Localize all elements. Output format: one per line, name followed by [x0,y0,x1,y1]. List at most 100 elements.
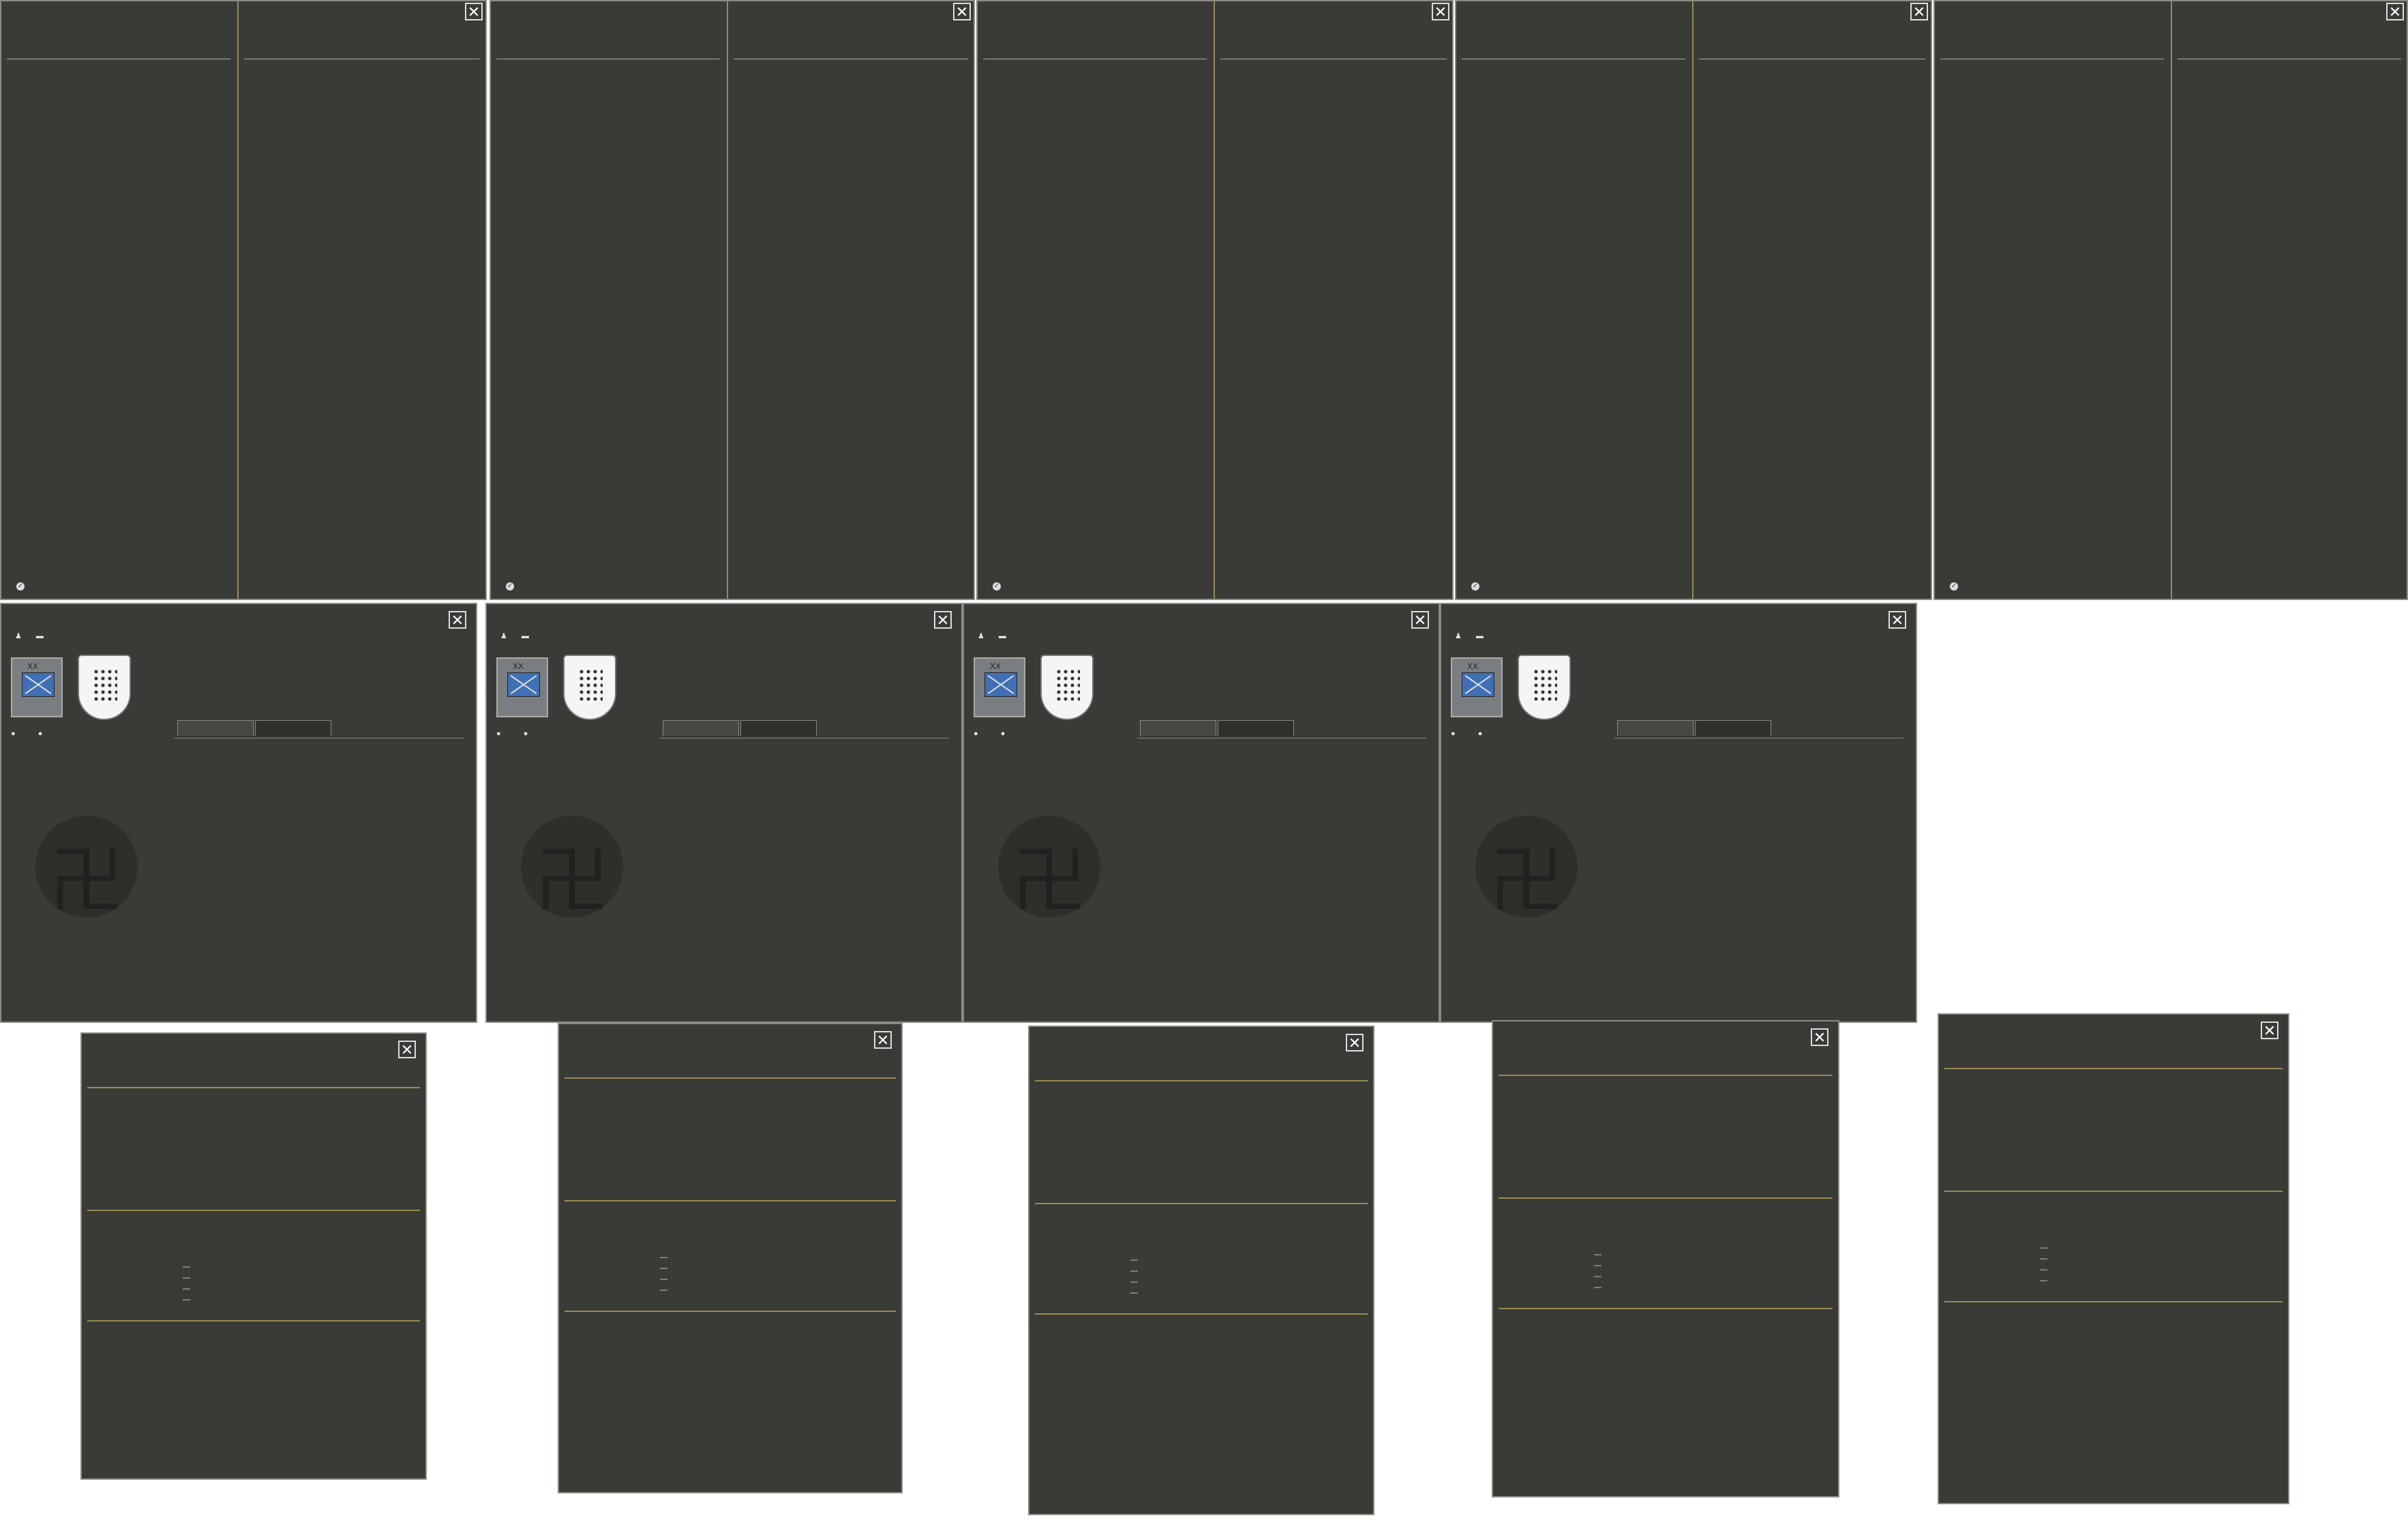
stat-row [974,912,1128,925]
toe-row [1935,235,2169,260]
unit-row [2172,186,2407,211]
close-icon[interactable]: ✕ [934,611,952,629]
fuel-icon: ● [1451,730,1458,738]
show-mapping-checkbox[interactable]: ✓ [993,580,1006,591]
stat-row [1451,814,1605,826]
close-icon[interactable]: ✕ [1811,1028,1828,1046]
close-icon[interactable]: ✕ [1910,3,1928,20]
table-row [660,874,949,886]
table-header [175,738,464,751]
current-status-section [565,1077,896,1202]
stat-row [11,974,165,986]
toe-row [978,186,1212,211]
toe-row [978,211,1212,235]
close-icon[interactable]: ✕ [398,1041,416,1058]
tab-elements[interactable] [177,720,254,736]
show-mapping-checkbox[interactable]: ✓ [16,580,30,591]
unit-counter[interactable]: XX [496,657,548,717]
stat-row [11,753,165,765]
unit-row [728,162,974,186]
tab-elements[interactable] [1617,720,1694,736]
close-icon[interactable]: ✕ [1432,3,1449,20]
unit-counter[interactable]: XX [1451,657,1503,717]
stat-row [11,851,165,863]
close-icon[interactable]: ✕ [465,3,483,20]
toe-name [491,22,725,42]
close-icon[interactable]: ✕ [874,1031,892,1049]
supply-panel: ✕ — — — — [80,1032,427,1480]
unit-counter[interactable]: XX [974,657,1025,717]
table-row [1137,800,1426,812]
stat-row [496,949,650,961]
tab-elements[interactable] [663,720,739,736]
tab-assigned[interactable] [740,720,817,736]
unit-row [239,137,485,162]
unit-row [239,297,485,321]
stat-row [496,986,650,998]
close-icon[interactable]: ✕ [1411,611,1429,629]
unit-header [728,1,974,22]
stat-row [496,826,650,839]
close-icon[interactable]: ✕ [449,611,466,629]
show-mapping-checkbox[interactable]: ✓ [1471,580,1485,591]
empty-depot-slot: — [1130,1289,1138,1297]
toe-right-column [727,1,974,599]
ammo-icon: ● [1477,730,1483,738]
table-row [660,812,949,824]
stat-row [1451,888,1605,900]
unit-stats [1451,741,1605,998]
toe-row [1,88,236,113]
stat-row [11,986,165,998]
tab-assigned[interactable] [1218,720,1294,736]
close-icon[interactable]: ✕ [953,3,971,20]
toe-left-column: ✓ [491,1,725,599]
supply-icons: ● ● [974,730,1005,738]
empty-depot-slot: — [660,1275,667,1283]
close-icon[interactable]: ✕ [2261,1021,2278,1039]
tab-assigned[interactable] [255,720,331,736]
close-icon[interactable]: ✕ [1346,1034,1364,1051]
toe-row [978,137,1212,162]
unit-row [2172,211,2407,235]
table-row [1614,751,1903,763]
close-icon[interactable]: ✕ [2386,3,2404,20]
toe-header [1935,1,2169,22]
close-icon[interactable]: ✕ [1888,611,1906,629]
unit-header [2172,1,2407,22]
toe-row [491,260,725,297]
unit-row [1694,63,1931,88]
stat-row [1451,974,1605,986]
toe-panel: ✓ ✕ [0,0,487,600]
unit-stats [974,741,1128,998]
table-row [660,763,949,775]
infantry-symbol-icon [22,672,55,697]
toe-row [1935,63,2169,88]
unit-counter[interactable]: XX [11,657,63,717]
unit-panel: ♟ ▬ ✕ XX ● ● 卍 [963,603,1440,1023]
table-row [1614,861,1903,874]
unit-name [1694,22,1931,42]
show-mapping-checkbox[interactable]: ✓ [1950,580,1963,591]
stat-row [11,925,165,937]
unit-row [1215,113,1452,137]
toe-header [1456,1,1691,22]
unit-row [239,211,485,235]
tab-elements[interactable] [1140,720,1216,736]
unit-row [2172,162,2407,186]
stat-row [496,839,650,851]
stat-row [496,753,650,765]
empty-depot-slot: — [1594,1283,1601,1292]
toe-left-column: ✓ [978,1,1212,599]
toe-row [1,63,236,88]
stat-row [1451,790,1605,802]
toe-column-header [1940,42,2164,59]
toe-right-column [1214,1,1452,599]
stat-row [11,790,165,802]
table-row [660,886,949,898]
toe-row [1456,137,1691,162]
stat-row [496,790,650,802]
show-mapping-checkbox[interactable]: ✓ [506,580,520,591]
tab-assigned[interactable] [1695,720,1771,736]
stat-row [974,765,1128,777]
grapes-icon [93,668,117,704]
